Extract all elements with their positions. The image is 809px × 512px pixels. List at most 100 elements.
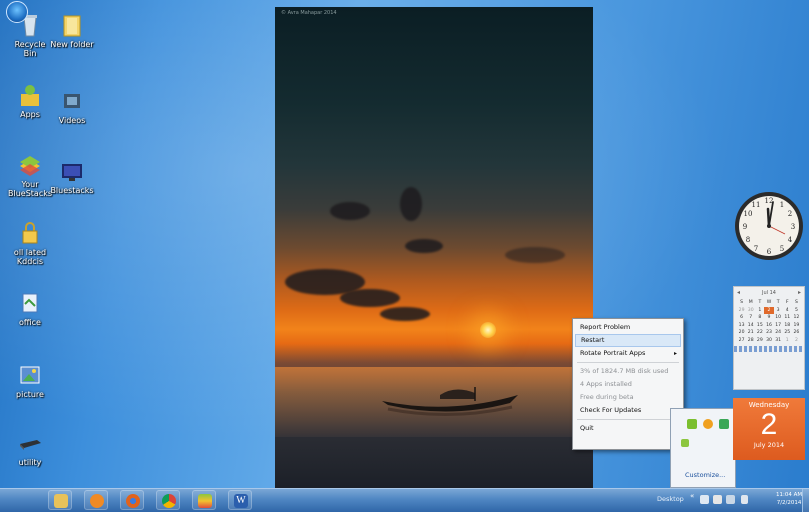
show-desktop-button[interactable] [802, 489, 809, 512]
desktop-icon-pictures[interactable]: picture [8, 362, 52, 399]
desktop-icon-protected-folder[interactable]: oll lated Kddcis [8, 220, 52, 266]
calendar-day[interactable]: 20 [737, 329, 746, 337]
desktop-icon-videos[interactable]: Videos [50, 88, 94, 125]
calendar-day[interactable]: 21 [746, 329, 755, 337]
calendar-day[interactable]: 29 [737, 307, 746, 315]
folder-icon [54, 494, 68, 508]
calendar-day[interactable]: 1 [755, 307, 764, 315]
calendar-day[interactable]: 25 [783, 329, 792, 337]
menu-item-quit[interactable]: Quit [575, 422, 681, 435]
calendar-day[interactable]: 6 [737, 314, 746, 322]
desktop-icon-utility[interactable]: utility [8, 430, 52, 467]
notification-area-overflow: Customize... [670, 408, 736, 488]
svg-text:3: 3 [791, 223, 795, 231]
calendar-day[interactable]: 22 [755, 329, 764, 337]
menu-separator [577, 362, 679, 363]
update-tray-icon[interactable] [703, 419, 713, 429]
calendar-day[interactable]: 18 [783, 322, 792, 330]
calendar-day[interactable]: 13 [737, 322, 746, 330]
desktop-icon-label: Videos [58, 116, 86, 125]
drive-icon [17, 430, 43, 456]
desktop-icon-your-bluestacks[interactable]: Your BlueStacks [8, 152, 52, 198]
calendar-day[interactable]: 7 [746, 314, 755, 322]
calendar-day[interactable]: 17 [774, 322, 783, 330]
calendar-gadget[interactable]: ◂ Jul 14 ▸ SMTWTFS 29 30 1 2 3 4 5 6 7 8 9 10 11 12 13… [733, 286, 805, 390]
menu-item-report-problem[interactable]: Report Problem [575, 321, 681, 334]
calendar-day[interactable]: 26 [792, 329, 801, 337]
calendar-day[interactable]: 30 [746, 307, 755, 315]
desktop-icon-bluestacks[interactable]: Bluestacks [50, 158, 94, 195]
taskbar-explorer[interactable] [48, 490, 72, 510]
calendar-day[interactable]: 14 [746, 322, 755, 330]
bluestacks-tray-icon[interactable] [687, 419, 697, 429]
user-tray-icon[interactable] [719, 419, 729, 429]
menu-separator [577, 419, 679, 420]
calendar-day[interactable]: 11 [783, 314, 792, 322]
calendar-day[interactable]: 2 [764, 306, 774, 314]
calendar-weekday: M [748, 300, 753, 305]
wallpaper-photo: © Avra Mahapar 2014 [275, 7, 593, 488]
calendar-day[interactable]: 28 [746, 337, 755, 345]
calendar-day[interactable]: 31 [774, 337, 783, 345]
taskbar-clock[interactable]: 11:04 AM 7/2/2014 [776, 491, 802, 507]
desktop-icon-new-folder[interactable]: New folder [50, 12, 94, 49]
menu-item-restart[interactable]: Restart [575, 334, 681, 347]
calendar-day[interactable]: 1 [783, 337, 792, 345]
svg-text:1: 1 [780, 201, 784, 209]
customize-link[interactable]: Customize... [685, 471, 725, 479]
taskbar-word[interactable]: W [228, 490, 252, 510]
taskbar-time: 11:04 AM [776, 492, 803, 498]
date-month-year: July 2014 [753, 441, 785, 449]
action-center-icon[interactable] [700, 495, 709, 504]
taskbar-media-player[interactable] [84, 490, 108, 510]
cloud [380, 307, 430, 321]
calendar-day[interactable]: 19 [792, 322, 801, 330]
clock-gadget[interactable]: 12369 1245 781011 [733, 190, 805, 262]
tray-overflow-icon[interactable]: « [690, 492, 694, 500]
power-icon[interactable] [726, 495, 735, 504]
calendar-day[interactable]: 12 [792, 314, 801, 322]
calendar-day[interactable]: 10 [774, 314, 783, 322]
calendar-day[interactable]: 30 [764, 337, 773, 345]
svg-text:7: 7 [754, 245, 758, 253]
volume-icon[interactable] [741, 495, 748, 504]
calendar-weekday: T [776, 300, 780, 305]
wallpaper-credit: © Avra Mahapar 2014 [281, 10, 337, 16]
calendar-day[interactable]: 4 [783, 307, 792, 315]
desktop-toolbar-label[interactable]: Desktop [657, 495, 684, 503]
network-icon[interactable] [713, 495, 722, 504]
taskbar-bluestacks[interactable] [192, 490, 216, 510]
date-gadget[interactable]: Wednesday 2 July 2014 [733, 398, 805, 460]
calendar-day[interactable]: 29 [755, 337, 764, 345]
calendar-day[interactable]: 9 [764, 314, 773, 322]
menu-item-rotate-portrait-apps[interactable]: Rotate Portrait Apps ▸ [575, 347, 681, 360]
calendar-day[interactable]: 15 [755, 322, 764, 330]
calendar-day[interactable]: 27 [737, 337, 746, 345]
video-icon [59, 88, 85, 114]
calendar-prev-icon[interactable]: ◂ [737, 287, 740, 299]
calendar-header: ◂ Jul 14 ▸ [734, 287, 804, 299]
calendar-days: 29 30 1 2 3 4 5 6 7 8 9 10 11 12 13 14 15 16 17 18 19 20 21 22 2… [734, 306, 804, 345]
taskbar-chrome[interactable] [156, 490, 180, 510]
menu-item-check-for-updates[interactable]: Check For Updates [575, 404, 681, 417]
folder-icon [59, 12, 85, 38]
calendar-day[interactable]: 2 [792, 337, 801, 345]
taskbar-firefox[interactable] [120, 490, 144, 510]
media-player-icon [90, 494, 104, 508]
sun [480, 322, 496, 338]
calendar-weekday: S [740, 300, 744, 305]
app-tray-icon[interactable] [681, 439, 689, 447]
calendar-day[interactable]: 8 [755, 314, 764, 322]
start-button[interactable] [6, 1, 28, 23]
calendar-day[interactable]: 3 [774, 307, 783, 315]
pictures-icon [17, 362, 43, 388]
desktop-icon-office[interactable]: office [8, 290, 52, 327]
calendar-day[interactable]: 24 [774, 329, 783, 337]
bluestacks-icon [17, 152, 43, 178]
desktop-icon-label: office [19, 318, 41, 327]
calendar-day[interactable]: 16 [764, 322, 773, 330]
desktop-icon-apps[interactable]: Apps [8, 82, 52, 119]
calendar-day[interactable]: 23 [764, 329, 773, 337]
calendar-day[interactable]: 5 [792, 307, 801, 315]
calendar-next-icon[interactable]: ▸ [798, 287, 801, 299]
